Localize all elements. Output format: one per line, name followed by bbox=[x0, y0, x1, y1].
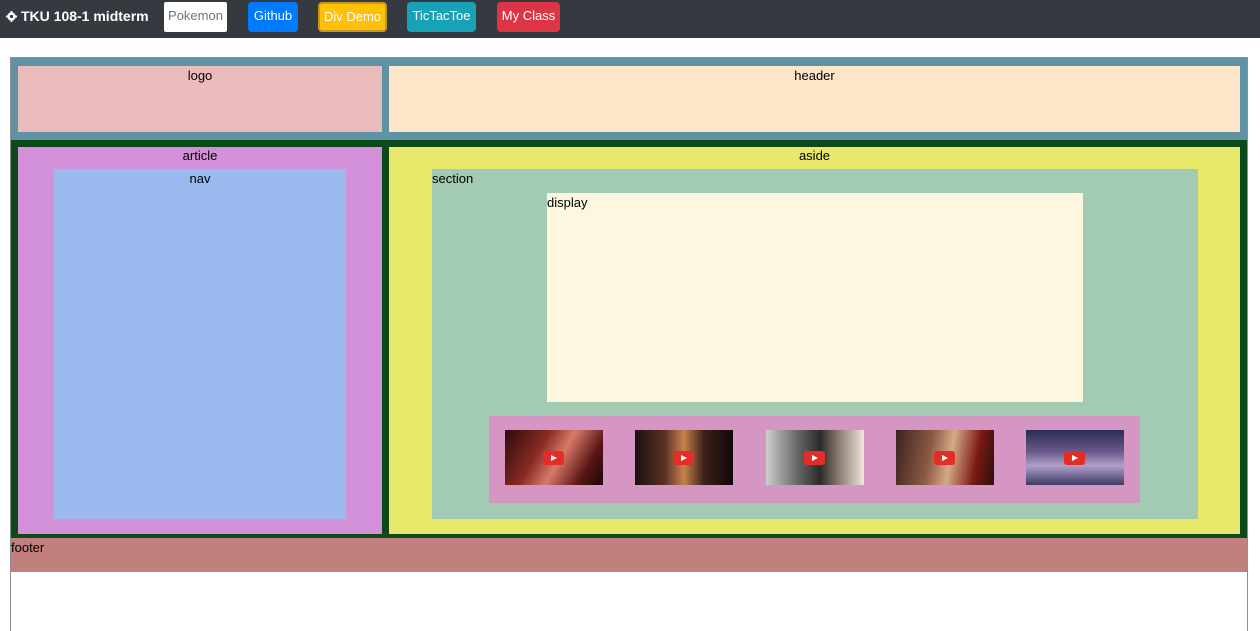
display-box: display bbox=[547, 193, 1083, 402]
footer-label: footer bbox=[11, 540, 45, 555]
header-label: header bbox=[794, 68, 835, 83]
pokemon-button[interactable]: Pokemon bbox=[164, 2, 227, 32]
div-demo-button[interactable]: Div Demo bbox=[318, 2, 387, 32]
header-box: header bbox=[389, 66, 1240, 132]
logo-box: logo bbox=[18, 66, 382, 132]
video-thumbnail-4[interactable] bbox=[896, 430, 994, 485]
nav-label: nav bbox=[189, 171, 211, 186]
video-thumbnail-5[interactable] bbox=[1026, 430, 1124, 485]
footer-box: footer bbox=[11, 538, 1247, 572]
youtube-play-icon bbox=[804, 451, 825, 465]
aside-label: aside bbox=[798, 148, 831, 163]
brand-title: TKU 108-1 midterm bbox=[21, 8, 149, 24]
video-thumbnail-1[interactable] bbox=[505, 430, 603, 485]
gear-icon bbox=[6, 10, 17, 22]
youtube-play-icon bbox=[543, 451, 564, 465]
display-label: display bbox=[547, 195, 588, 210]
youtube-play-icon bbox=[934, 451, 955, 465]
github-button[interactable]: Github bbox=[248, 2, 298, 32]
tictactoe-button[interactable]: TicTacToe bbox=[407, 2, 476, 32]
youtube-play-icon bbox=[673, 451, 694, 465]
youtube-play-icon bbox=[1064, 451, 1085, 465]
video-thumbnail-3[interactable] bbox=[766, 430, 864, 485]
nav-box: nav bbox=[54, 169, 346, 519]
article-label: article bbox=[182, 148, 218, 163]
logo-label: logo bbox=[187, 68, 213, 83]
brand-link[interactable]: TKU 108-1 midterm bbox=[6, 8, 149, 24]
video-thumbnail-2[interactable] bbox=[635, 430, 733, 485]
section-label: section bbox=[432, 171, 474, 186]
top-navbar: TKU 108-1 midterm Pokemon Github Div Dem… bbox=[0, 0, 1260, 38]
my-class-button[interactable]: My Class bbox=[497, 2, 560, 32]
